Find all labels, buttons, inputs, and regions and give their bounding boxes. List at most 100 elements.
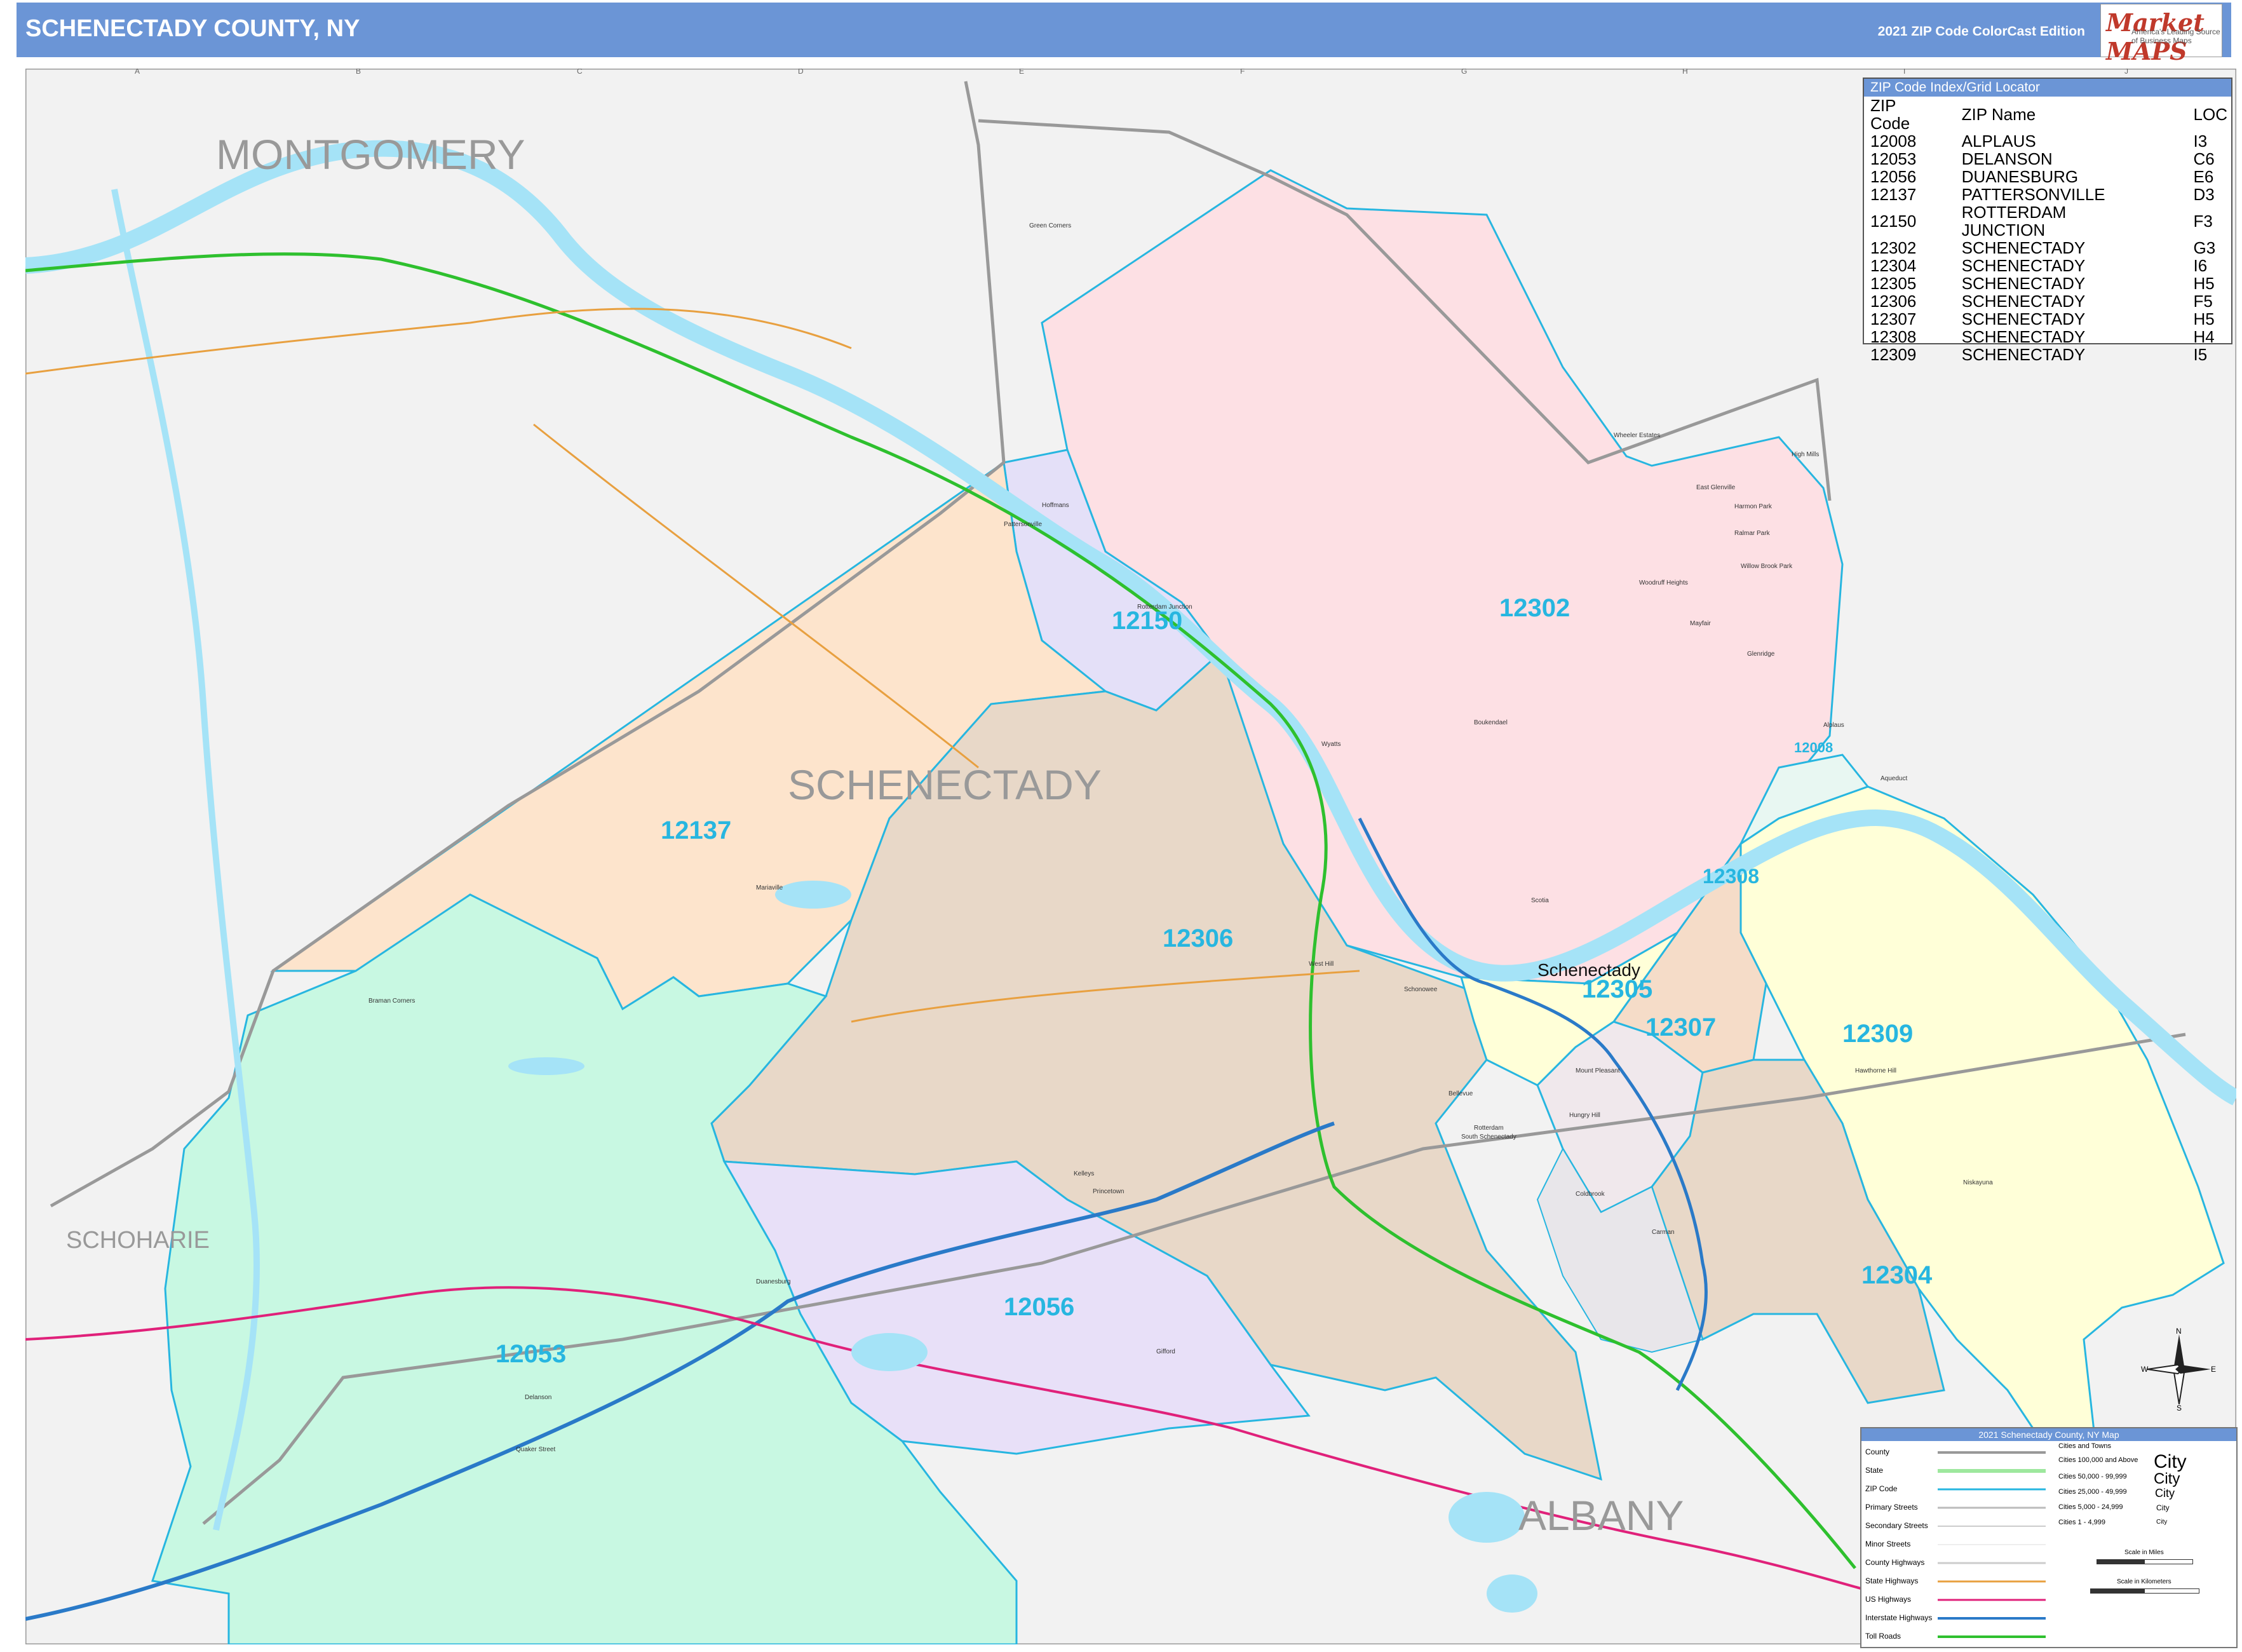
zip-index-title: ZIP Code Index/Grid Locator <box>1864 79 2231 97</box>
place-label: Quaker Street <box>516 1446 555 1453</box>
legend-item-county: County <box>1865 1447 1890 1456</box>
legend-cities-title: Cities and Towns <box>2058 1442 2111 1450</box>
place-label: Alplaus <box>1823 722 1844 729</box>
zip-index-table: ZIP Code ZIP Name LOC 12008 ALPLAUS I3 120… <box>1867 97 2231 363</box>
legend-item-state: State <box>1865 1466 1884 1475</box>
zip-label-12308: 12308 <box>1703 865 1759 888</box>
table-row: 12056 DUANESBURG E6 <box>1867 168 2231 186</box>
compass-s: S <box>2177 1404 2182 1411</box>
table-row: 12304 SCHENECTADY I6 <box>1867 257 2231 274</box>
loc-cell: F5 <box>2193 292 2213 311</box>
zip-name-cell: ROTTERDAM JUNCTION <box>1961 203 2067 240</box>
place-label: Schonowee <box>1404 986 1438 993</box>
zip-index-header-row: ZIP Code ZIP Name LOC <box>1867 97 2231 132</box>
zip-cell: 12304 <box>1870 256 1917 275</box>
place-label: Hawthorne Hill <box>1855 1067 1896 1074</box>
legend-item-county-hwy: County Highways <box>1865 1558 1925 1567</box>
place-label: Glenridge <box>1747 651 1775 658</box>
grid-col-label: H <box>1682 69 1688 76</box>
legend-city-size: Cities 100,000 and Above <box>2058 1456 2138 1464</box>
place-label: Woodruff Heights <box>1639 579 1688 586</box>
place-label: Rotterdam <box>1474 1125 1504 1132</box>
zip-label-12053: 12053 <box>496 1340 566 1368</box>
place-label: Delanson <box>525 1394 551 1401</box>
legend-city-size: Cities 1 - 4,999 <box>2058 1519 2105 1526</box>
loc-cell: D3 <box>2193 185 2215 204</box>
legend-item-secondary: Secondary Streets <box>1865 1521 1928 1530</box>
lake <box>508 1057 584 1075</box>
loc-cell: F3 <box>2193 212 2213 231</box>
zip-label-12150: 12150 <box>1112 607 1182 635</box>
lake <box>1449 1492 1525 1543</box>
market-maps-logo: Market MAPS America's Leading Source of … <box>2100 4 2222 65</box>
grid-col-label: G <box>1461 69 1467 76</box>
loc-cell: E6 <box>2193 167 2214 186</box>
place-label: South Schenectady <box>1461 1134 1516 1141</box>
column-header: ZIP Name <box>1961 105 2036 124</box>
legend-city-sample: City <box>2154 1470 2180 1487</box>
scale-km-label: Scale in Kilometers <box>2117 1578 2171 1585</box>
legend-city-sample: City <box>2154 1451 2187 1472</box>
table-row: 12306 SCHENECTADY F5 <box>1867 292 2231 310</box>
grid-col-label: B <box>356 69 361 76</box>
zip-label-12008: 12008 <box>1794 740 1833 755</box>
place-label: Harmon Park <box>1734 503 1773 510</box>
compass-n: N <box>2176 1328 2182 1336</box>
table-row: 12302 SCHENECTADY G3 <box>1867 239 2231 257</box>
county-label-montgomery: MONTGOMERY <box>216 131 525 178</box>
place-label: Coldbrook <box>1576 1191 1605 1198</box>
zip-cell: 12008 <box>1870 132 1917 151</box>
zip-name-cell: SCHENECTADY <box>1961 292 2086 311</box>
place-label: Boukendael <box>1474 719 1508 726</box>
place-label: Duanesburg <box>756 1278 790 1285</box>
legend-item-interstate: Interstate Highways <box>1865 1613 1933 1622</box>
zip-cell: 12053 <box>1870 149 1917 168</box>
map-legend: 2021 Schenectady County, NY Map County S… <box>1860 1427 2238 1648</box>
legend-item-toll: Toll Roads <box>1865 1632 1901 1641</box>
place-label: High Mills <box>1792 451 1819 458</box>
zip-cell: 12302 <box>1870 238 1917 257</box>
zip-cell: 12306 <box>1870 292 1917 311</box>
table-row: 12308 SCHENECTADY H4 <box>1867 328 2231 346</box>
place-label: Pattersonville <box>1004 521 1042 528</box>
table-row: 12309 SCHENECTADY I5 <box>1867 346 2231 363</box>
loc-cell: H5 <box>2193 274 2215 293</box>
city-label-schenectady: Schenectady <box>1537 960 1640 980</box>
table-row: 12305 SCHENECTADY H5 <box>1867 274 2231 292</box>
scale-miles-label: Scale in Miles <box>2124 1549 2164 1556</box>
zip-label-12306: 12306 <box>1163 924 1233 952</box>
column-header: ZIP Code <box>1870 96 1910 133</box>
loc-cell: H4 <box>2193 327 2215 346</box>
grid-col-label: A <box>135 69 140 76</box>
legend-title: 2021 Schenectady County, NY Map <box>1861 1428 2236 1441</box>
legend-city-size: Cities 5,000 - 24,999 <box>2058 1503 2123 1511</box>
place-label: Princetown <box>1093 1188 1124 1195</box>
place-label: Hoffmans <box>1042 502 1069 509</box>
county-label-schoharie: SCHOHARIE <box>66 1227 210 1254</box>
zip-name-cell: SCHENECTADY <box>1961 327 2086 346</box>
place-label: Wheeler Estates <box>1614 432 1660 439</box>
title-bar: SCHENECTADY COUNTY, NY 2021 ZIP Code Col… <box>17 3 2231 65</box>
place-label: East Glenville <box>1696 484 1736 491</box>
compass-e: E <box>2211 1365 2216 1374</box>
logo-tagline: America's Leading Source of Business Map… <box>2131 27 2220 45</box>
table-row: 12053 DELANSON C6 <box>1867 150 2231 168</box>
zip-name-cell: ALPLAUS <box>1961 132 2036 151</box>
county-label-schenectady: SCHENECTADY <box>788 761 1102 808</box>
legend-item-zip: ZIP Code <box>1865 1484 1898 1493</box>
zip-cell: 12305 <box>1870 274 1917 293</box>
loc-cell: I5 <box>2193 345 2208 364</box>
place-label: Ralmar Park <box>1734 530 1771 537</box>
legend-city-sample: City <box>2155 1487 2175 1500</box>
lake <box>1487 1574 1537 1613</box>
legend-city-sample: City <box>2156 1503 2170 1512</box>
lake <box>775 881 851 909</box>
place-label: Mayfair <box>1690 620 1711 627</box>
legend-item-minor: Minor Streets <box>1865 1540 1911 1548</box>
compass-rose-icon: N S W E <box>2141 1328 2216 1411</box>
place-label: Gifford <box>1156 1348 1175 1355</box>
loc-cell: C6 <box>2193 149 2215 168</box>
zip-name-cell: SCHENECTADY <box>1961 345 2086 364</box>
zip-cell: 12150 <box>1870 212 1917 231</box>
loc-cell: G3 <box>2193 238 2216 257</box>
